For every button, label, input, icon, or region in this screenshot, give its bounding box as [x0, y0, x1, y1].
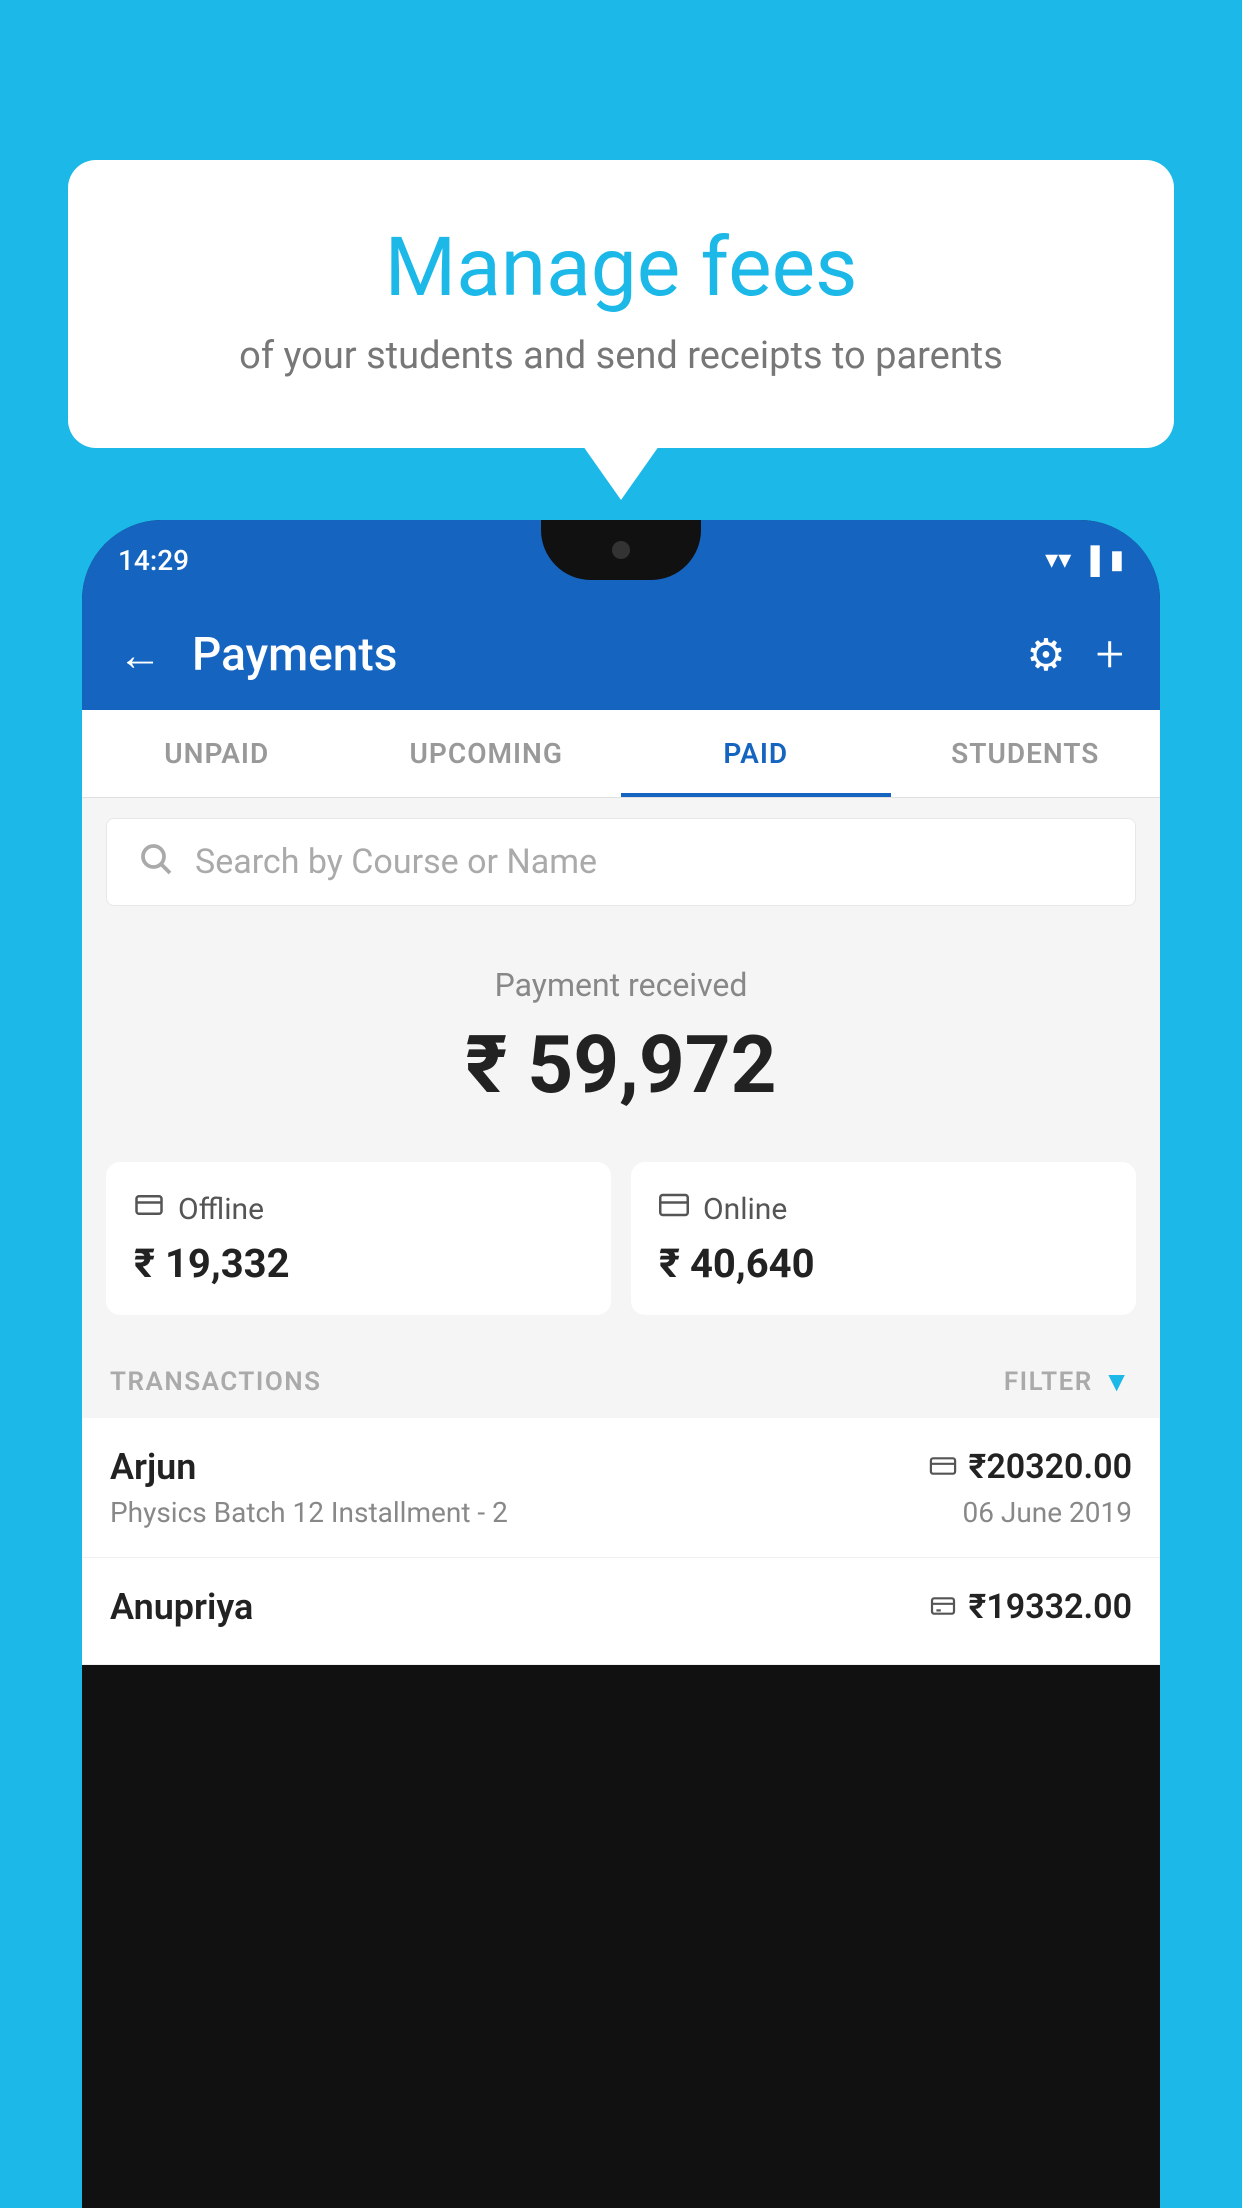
- online-payment-icon: [929, 1451, 957, 1484]
- transaction-row-top: Arjun ₹20320.00: [110, 1446, 1132, 1488]
- phone-frame: 14:29 ▾▾ ▐ ▮ ← Payments ⚙ + UNPAID UPCOM…: [82, 520, 1160, 2208]
- offline-card: Offline ₹ 19,332: [106, 1162, 611, 1315]
- transaction-amount-row: ₹20320.00: [929, 1447, 1132, 1487]
- tooltip-subtitle: of your students and send receipts to pa…: [128, 334, 1114, 378]
- page-title: Payments: [192, 628, 996, 682]
- offline-card-header: Offline: [134, 1190, 583, 1228]
- tooltip-card: Manage fees of your students and send re…: [68, 160, 1174, 448]
- phone-notch: [541, 520, 701, 580]
- tooltip-title: Manage fees: [128, 220, 1114, 316]
- camera: [612, 541, 630, 559]
- transaction-amount-row: ₹19332.00: [929, 1587, 1132, 1627]
- status-time: 14:29: [118, 544, 189, 577]
- app-header: ← Payments ⚙ +: [82, 600, 1160, 710]
- table-row[interactable]: Arjun ₹20320.00 Physics Batch 12 Install…: [82, 1418, 1160, 1558]
- transactions-header: TRANSACTIONS FILTER ▼: [82, 1345, 1160, 1418]
- filter-button[interactable]: FILTER ▼: [1004, 1365, 1132, 1398]
- payment-cards: Offline ₹ 19,332 Online ₹ 40,640: [82, 1142, 1160, 1345]
- tab-students[interactable]: STUDENTS: [891, 710, 1161, 797]
- online-label: Online: [703, 1192, 787, 1227]
- payment-amount-large: ₹ 59,972: [82, 1018, 1160, 1112]
- transaction-course: Physics Batch 12 Installment - 2: [110, 1496, 508, 1529]
- tab-unpaid[interactable]: UNPAID: [82, 710, 352, 797]
- offline-payment-icon: [929, 1591, 957, 1624]
- transactions-label: TRANSACTIONS: [110, 1367, 322, 1397]
- payment-summary: Payment received ₹ 59,972: [82, 926, 1160, 1142]
- filter-icon: ▼: [1103, 1365, 1132, 1398]
- offline-amount: ₹ 19,332: [134, 1240, 583, 1287]
- status-bar: 14:29 ▾▾ ▐ ▮: [82, 520, 1160, 600]
- payment-received-label: Payment received: [82, 966, 1160, 1004]
- tab-paid[interactable]: PAID: [621, 710, 891, 797]
- battery-icon: ▮: [1110, 545, 1124, 575]
- filter-label: FILTER: [1004, 1367, 1093, 1397]
- wifi-icon: ▾▾: [1045, 545, 1071, 575]
- transaction-row-bottom: Physics Batch 12 Installment - 2 06 June…: [110, 1496, 1132, 1529]
- search-container: Search by Course or Name: [82, 798, 1160, 926]
- online-card: Online ₹ 40,640: [631, 1162, 1136, 1315]
- search-placeholder: Search by Course or Name: [195, 842, 597, 882]
- online-icon: [659, 1190, 689, 1228]
- transaction-list: Arjun ₹20320.00 Physics Batch 12 Install…: [82, 1418, 1160, 1665]
- transaction-name: Anupriya: [110, 1586, 253, 1628]
- status-icons: ▾▾ ▐ ▮: [1045, 545, 1124, 576]
- search-icon: [137, 840, 173, 885]
- offline-label: Offline: [178, 1192, 264, 1227]
- transaction-name: Arjun: [110, 1446, 196, 1488]
- phone-screen: Search by Course or Name Payment receive…: [82, 798, 1160, 1665]
- back-button[interactable]: ←: [118, 629, 162, 681]
- tabs-bar: UNPAID UPCOMING PAID STUDENTS: [82, 710, 1160, 798]
- transaction-amount: ₹19332.00: [969, 1587, 1132, 1627]
- transaction-date: 06 June 2019: [962, 1496, 1132, 1529]
- signal-icon: ▐: [1081, 545, 1099, 576]
- offline-icon: [134, 1190, 164, 1228]
- transaction-row-top: Anupriya ₹19332.00: [110, 1586, 1132, 1628]
- transaction-amount: ₹20320.00: [969, 1447, 1132, 1487]
- table-row[interactable]: Anupriya ₹19332.00: [82, 1558, 1160, 1665]
- online-card-header: Online: [659, 1190, 1108, 1228]
- search-bar[interactable]: Search by Course or Name: [106, 818, 1136, 906]
- add-button[interactable]: +: [1096, 626, 1124, 684]
- settings-icon[interactable]: ⚙: [1026, 629, 1065, 681]
- online-amount: ₹ 40,640: [659, 1240, 1108, 1287]
- tab-upcoming[interactable]: UPCOMING: [352, 710, 622, 797]
